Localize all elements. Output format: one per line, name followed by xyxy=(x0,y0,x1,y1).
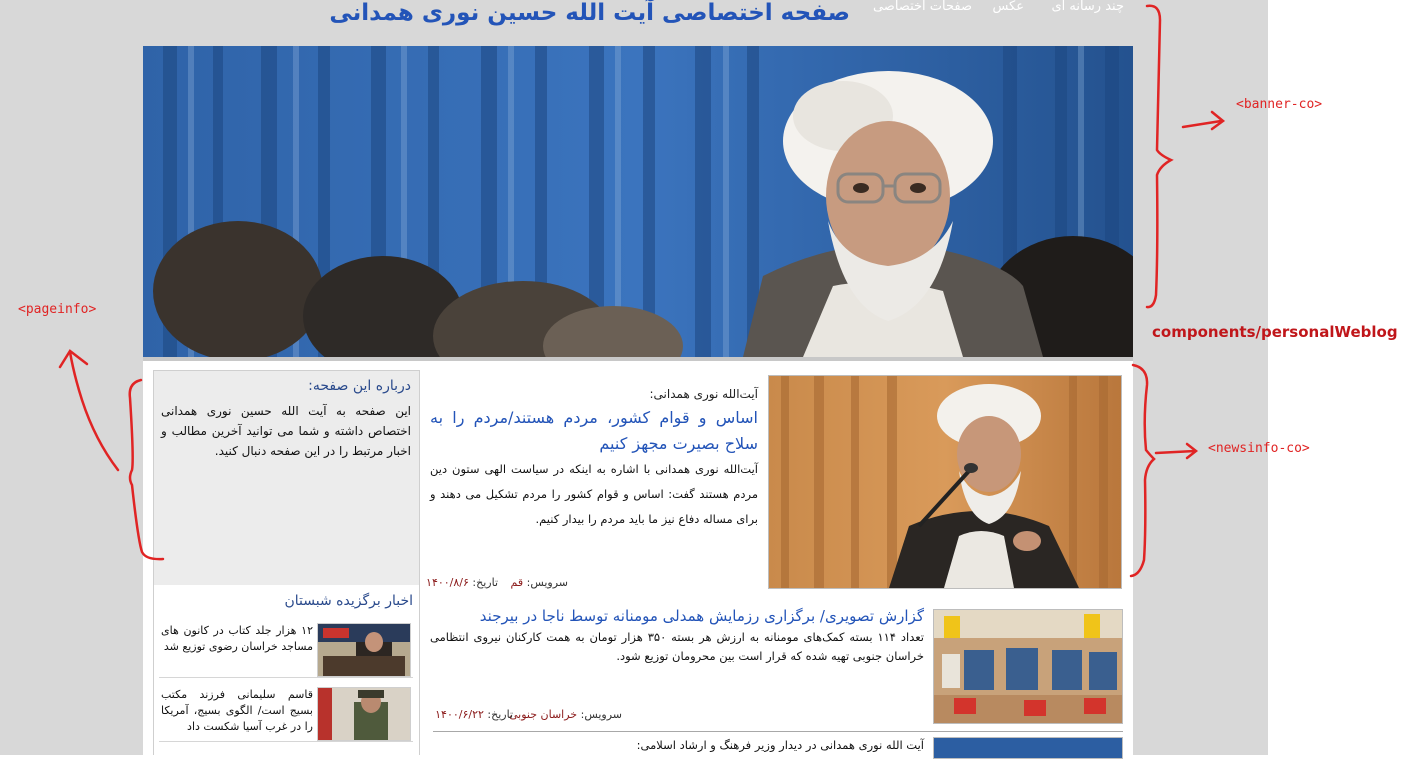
list-item[interactable]: قاسم سلیمانی فرزند مکتب بسیج است/ الگوی … xyxy=(159,685,413,742)
list-item[interactable] xyxy=(159,749,413,755)
date-value: ۱۴۰۰/۶/۲۲ xyxy=(435,708,484,721)
pick-text[interactable]: قاسم سلیمانی فرزند مکتب بسیج است/ الگوی … xyxy=(161,687,313,735)
featured-news-sidebar: اخبار برگزیده شبستان ۱۲ هزار جلد کتاب در… xyxy=(153,585,420,755)
featured-news-image[interactable] xyxy=(768,375,1122,589)
page-title: صفحه اختصاصی آیت الله حسین نوری همدانی xyxy=(329,0,850,26)
featured-title[interactable]: اساس و قوام کشور، مردم هستند/مردم را به … xyxy=(430,405,758,457)
featured-date: تاریخ: ۱۴۰۰/۸/۶ xyxy=(426,576,498,589)
date-label: تاریخ: xyxy=(472,576,498,589)
news-summary: تعداد ۱۱۴ بسته کمک‌های مومنانه به ارزش ه… xyxy=(430,630,924,663)
service-value[interactable]: خراسان جنوبی xyxy=(509,708,577,721)
pick-thumbnail[interactable] xyxy=(317,687,411,741)
featured-summary: آیت‌الله نوری همدانی با اشاره به اینکه د… xyxy=(430,462,758,526)
news-kicker: آیت الله نوری همدانی در دیدار وزیر فرهنگ… xyxy=(636,738,924,752)
news-title[interactable]: گزارش تصویری/ برگزاری رزمایش همدلی مومنا… xyxy=(430,607,924,625)
nav-multimedia[interactable]: چند رسانه ای xyxy=(1051,0,1124,14)
annotation-pageinfo: <pageinfo> xyxy=(18,302,97,317)
nav-special-pages[interactable]: صفحات اختصاصی xyxy=(873,0,972,14)
news-image[interactable] xyxy=(933,609,1123,724)
annotation-banner: <banner-co> xyxy=(1236,97,1323,112)
list-item[interactable]: ۱۲ هزار جلد کتاب در کانون های مساجد خراس… xyxy=(159,621,413,678)
news-service: سرویس: خراسان جنوبی xyxy=(509,708,622,721)
nav-photo[interactable]: عکس xyxy=(992,0,1024,14)
service-value[interactable]: قم xyxy=(511,576,524,589)
about-title: درباره این صفحه: xyxy=(308,378,411,394)
banner-image xyxy=(143,46,1133,357)
news-image[interactable] xyxy=(933,737,1123,759)
news-divider xyxy=(433,731,1123,732)
date-value: ۱۴۰۰/۸/۶ xyxy=(426,576,469,589)
annotation-newsinfo: <newsinfo-co> xyxy=(1208,441,1310,456)
pick-text[interactable]: ۱۲ هزار جلد کتاب در کانون های مساجد خراس… xyxy=(161,623,313,655)
service-label: سرویس: xyxy=(580,708,622,721)
news-date: تاریخ: ۱۴۰۰/۶/۲۲ xyxy=(435,708,513,721)
service-label: سرویس: xyxy=(526,576,568,589)
annotation-component: components/personalWeblog xyxy=(1152,323,1398,341)
about-page-box: درباره این صفحه: این صفحه به آیت الله حس… xyxy=(153,370,420,586)
top-nav: چند رسانه ای عکس صفحات اختصاصی xyxy=(856,0,1124,19)
picks-title: اخبار برگزیده شبستان xyxy=(284,593,413,609)
date-label: تاریخ: xyxy=(487,708,513,721)
pick-thumbnail[interactable] xyxy=(317,623,411,677)
about-text: این صفحه به آیت الله حسین نوری همدانی اخ… xyxy=(161,404,411,458)
featured-service: سرویس: قم xyxy=(511,576,568,589)
featured-kicker: آیت‌الله نوری همدانی: xyxy=(649,387,759,401)
